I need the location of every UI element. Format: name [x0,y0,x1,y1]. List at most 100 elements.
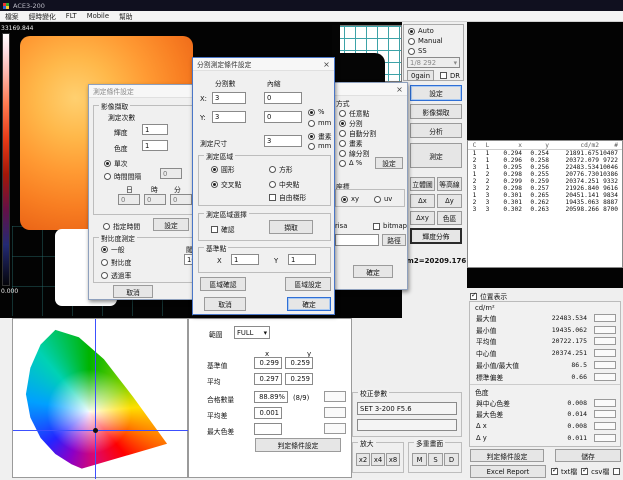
table-row[interactable]: 32 0.2980.257 21926.8409616 [468,185,622,192]
luminance-distribution-button[interactable]: 輝度分佈 [410,228,462,244]
ss-radio[interactable]: SS [408,47,463,55]
color-area-button[interactable]: 色區 [437,211,462,225]
contour-button[interactable]: 等高線 [437,177,462,191]
split-measure-dialog[interactable]: 分割測定條件設定 × 分割數 內縮 X: 3 0 Y: 3 0 % mm 測定尺… [192,57,335,315]
table-row[interactable]: 31 0.2950.256 22483.53410046 [468,164,622,171]
analyze-button[interactable]: 分析 [410,123,462,138]
y-inset-field[interactable]: 0 [264,111,302,123]
square-radio[interactable]: 方形 [269,164,293,174]
table-row[interactable]: 11 0.2940.254 21891.67510407 [468,150,622,157]
manual-radio[interactable]: Manual [408,37,463,45]
export-checkbox[interactable]: csv檔 [581,466,609,476]
capture-button[interactable]: 影像擷取 [410,104,462,119]
reference-x-field[interactable]: 0.299 [254,357,282,369]
table-row[interactable]: 22 0.2990.259 20374.2519332 [468,178,622,185]
method-radio[interactable]: 分割 [339,118,403,128]
path-button[interactable]: 路徑 [382,234,406,246]
zoom-factor-button[interactable]: x8 [386,453,400,466]
circle-radio[interactable]: 圓形 [211,164,235,174]
x-divisions-field[interactable]: 3 [212,92,246,104]
uv-radio[interactable]: uv [374,195,392,203]
multiscreen-button[interactable]: D [444,453,459,466]
path-field[interactable] [335,234,379,246]
grab-button[interactable]: 擷取 [269,220,313,234]
dr-checkbox[interactable]: DR [440,72,460,80]
area-confirm-button[interactable]: 區域確認 [200,277,246,291]
menu-item[interactable]: Mobile [82,12,114,20]
percent-radio[interactable]: % [308,108,324,116]
menu-item[interactable]: 經時變化 [24,11,61,21]
chroma-count-field[interactable]: 1 [142,140,168,151]
menu-item[interactable]: 幫助 [114,11,138,21]
settings-button[interactable]: 設定 [410,85,462,101]
menu-item[interactable]: FLT [61,12,82,20]
method-dialog[interactable]: × 方式 任意點 分割 自動分割 [330,82,408,290]
table-row[interactable]: 12 0.2980.255 20776.73010386 [468,171,622,178]
export-checkbox[interactable]: 影像檔 [613,466,623,476]
table-row[interactable]: 13 0.3010.265 20451.1419834 [468,192,622,199]
normal-radio[interactable]: 一般 [101,244,125,254]
stats-judge-button[interactable]: 判定條件設定 [470,449,544,462]
auto-radio[interactable]: Auto [408,27,463,35]
split-cancel-button[interactable]: 取消 [204,297,246,311]
confirm-checkbox[interactable]: 確認 [211,224,235,234]
mm-radio[interactable]: mm [308,119,331,127]
measure-button[interactable]: 測定 [410,143,462,168]
split-ok-button[interactable]: 確定 [287,297,331,311]
ref-x-field[interactable]: 1 [231,254,259,265]
measure-size-field[interactable]: 3 [264,135,302,147]
map3d-button[interactable]: 立體圖 [410,177,435,191]
delta-xy-button[interactable]: Δxy [410,211,435,225]
specified-time-radio[interactable]: 指定時間 [103,221,140,231]
mm2-radio[interactable]: mm [308,142,331,150]
cond-cancel-button[interactable]: 取消 [113,285,153,298]
transmittance-radio[interactable]: 透過率 [101,270,131,280]
multiscreen-button[interactable]: M [412,453,427,466]
single-radio[interactable]: 單次 [104,158,128,168]
delta-x-button[interactable]: Δx [410,194,435,208]
contrast-radio[interactable]: 對比度 [101,257,131,267]
zoom-factor-button[interactable]: x2 [356,453,370,466]
zoom-factor-button[interactable]: x4 [371,453,385,466]
method-radio[interactable]: 畫素 [339,138,403,148]
specified-time-set-button[interactable]: 設定 [153,218,189,231]
close-icon[interactable]: × [394,84,405,94]
x-inset-field[interactable]: 0 [264,92,302,104]
save-button[interactable]: 儲存 [555,449,621,462]
lum-count-field[interactable]: 1 [142,124,168,135]
method-set-button[interactable]: 設定 [375,157,403,169]
measurement-table[interactable]: CL xy cd/m2# 11 0.2940.254 21891.6751040… [467,140,623,268]
excel-report-button[interactable]: Excel Report [470,465,546,478]
pixel-radio[interactable]: 畫素 [308,131,332,141]
shutter-select[interactable]: 1/8 292▾ [407,57,460,68]
free-trapezoid-checkbox[interactable]: 自由梯形 [269,192,306,202]
judge-condition-button[interactable]: 判定條件設定 [255,438,341,452]
export-checkbox[interactable]: txt檔 [551,466,577,476]
menu-item[interactable]: 檔案 [0,11,24,21]
range-select[interactable]: FULL▾ [234,326,270,339]
cross-point-radio[interactable]: 交叉點 [211,179,241,189]
table-row[interactable]: 21 0.2960.258 20372.0799722 [468,157,622,164]
bitmap-checkbox[interactable]: bitmap [373,222,407,230]
average-y-field[interactable]: 0.259 [285,373,313,385]
method-radio[interactable]: 任意點 [339,108,403,118]
secondary-image-viewport[interactable] [467,22,623,140]
interval-radio[interactable]: 時間間隔 [104,171,141,181]
position-display-checkbox[interactable]: 位置表示 [470,291,623,301]
zero-gain-button[interactable]: 0gain [407,70,434,81]
area-set-button[interactable]: 區域設定 [285,277,331,291]
method-radio[interactable]: 自動分割 [339,128,403,138]
cie-diagram-panel[interactable] [12,318,188,478]
y-divisions-field[interactable]: 3 [212,111,246,123]
reference-y-field[interactable]: 0.259 [285,357,313,369]
measure-condition-dialog[interactable]: 測定條件設定 影像擷取 測定次數 輝度 1 色度 1 單次 時間間隔 0 日 時… [88,84,200,300]
average-x-field[interactable]: 0.297 [254,373,282,385]
method-ok-button[interactable]: 確定 [353,265,393,278]
ref-y-field[interactable]: 1 [288,254,316,265]
xy-radio[interactable]: xy [341,195,359,203]
close-icon[interactable]: × [321,59,332,69]
delta-y-button[interactable]: Δy [437,194,462,208]
table-row[interactable]: 23 0.3010.262 19435.0638887 [468,199,622,206]
multiscreen-button[interactable]: S [428,453,443,466]
table-row[interactable]: 33 0.3020.263 20598.2668700 [468,206,622,213]
